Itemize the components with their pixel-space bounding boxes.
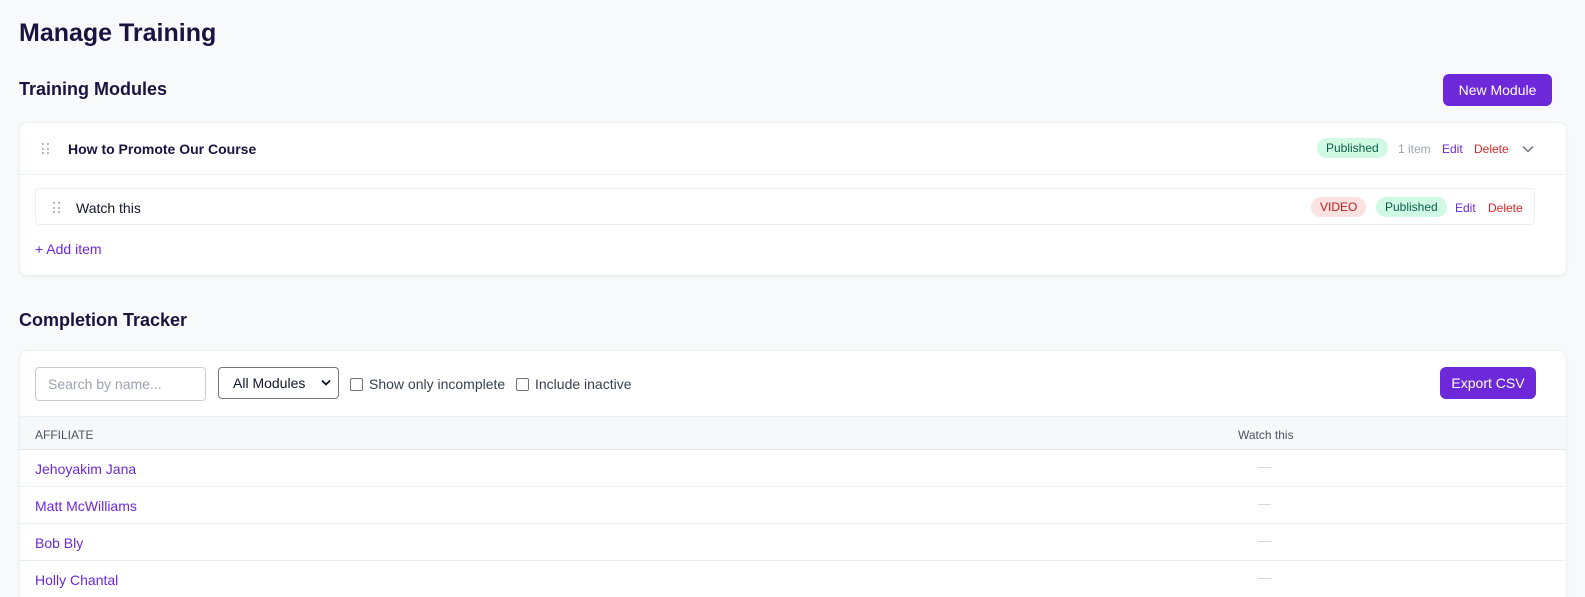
completion-status: — [1258,496,1271,511]
training-modules-heading: Training Modules [19,79,168,99]
module-status-badge: Published [1317,138,1388,158]
show-incomplete-toggle[interactable]: Show only incomplete [350,376,505,392]
table-row: Holly Chantal — [20,561,1566,597]
drag-handle-icon[interactable] [53,202,61,214]
column-header-watch-this[interactable]: Watch this [1238,428,1294,442]
table-row: Matt McWilliams — [20,487,1566,524]
include-inactive-label: Include inactive [535,376,632,392]
table-row: Bob Bly — [20,524,1566,561]
include-inactive-toggle[interactable]: Include inactive [516,376,632,392]
new-module-button[interactable]: New Module [1443,74,1552,106]
affiliate-name-link[interactable]: Bob Bly [35,535,83,551]
module-item-row: Watch this VIDEO Published Edit Delete [35,188,1535,225]
completion-status: — [1258,459,1271,474]
item-delete-link[interactable]: Delete [1488,201,1523,215]
module-filter-value: All Modules [233,375,306,391]
page-title: Manage Training [19,19,217,47]
show-incomplete-label: Show only incomplete [369,376,506,392]
module-item-count: 1 item [1398,142,1431,156]
add-item-link[interactable]: + Add item [35,241,102,257]
tracker-card: All Modules Show only incomplete Include… [19,350,1567,597]
affiliate-name-link[interactable]: Holly Chantal [35,572,118,588]
item-type-badge: VIDEO [1311,197,1367,217]
item-status-badge: Published [1376,197,1447,217]
include-inactive-checkbox[interactable] [516,377,529,391]
search-input[interactable] [35,367,206,401]
chevron-down-icon[interactable] [1522,145,1534,153]
manage-training-page: Manage Training Training Modules New Mod… [0,0,1585,597]
module-card: How to Promote Our Course Published 1 it… [19,122,1567,276]
chevron-down-icon [321,379,331,386]
drag-handle-icon[interactable] [42,143,50,155]
affiliate-name-link[interactable]: Matt McWilliams [35,498,137,514]
item-name: Watch this [76,200,141,216]
module-filter-select[interactable]: All Modules [218,367,339,399]
table-row: Jehoyakim Jana — [20,450,1566,487]
completion-status: — [1258,533,1271,548]
module-header[interactable]: How to Promote Our Course Published 1 it… [20,123,1566,175]
module-name: How to Promote Our Course [68,141,257,157]
affiliate-name-link[interactable]: Jehoyakim Jana [35,461,136,477]
module-delete-link[interactable]: Delete [1474,142,1509,156]
export-csv-button[interactable]: Export CSV [1440,367,1536,399]
show-incomplete-checkbox[interactable] [350,377,363,391]
column-header-affiliate[interactable]: AFFILIATE [35,428,93,442]
completion-tracker-heading: Completion Tracker [19,310,188,330]
item-edit-link[interactable]: Edit [1455,201,1476,215]
table-header: AFFILIATE Watch this [20,416,1566,450]
module-edit-link[interactable]: Edit [1442,142,1463,156]
completion-status: — [1258,570,1271,585]
